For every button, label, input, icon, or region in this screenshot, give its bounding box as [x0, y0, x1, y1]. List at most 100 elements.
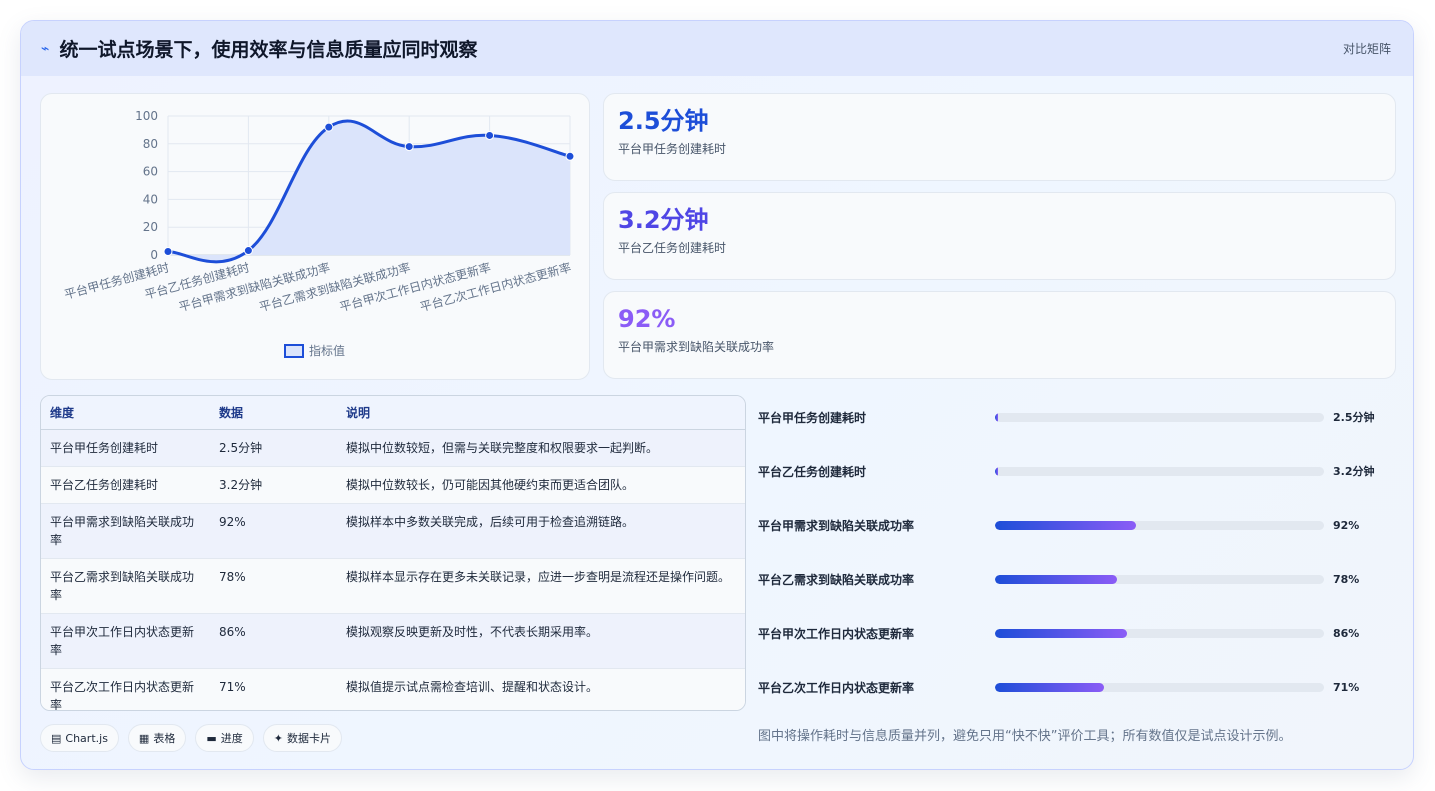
chip-label: 数据卡片 — [286, 732, 331, 745]
table-row: 平台乙任务创建耗时 3.2分钟 模拟中位数较长，仍可能因其他硬约束而更适合团队。 — [41, 465, 745, 503]
progress-row: 平台乙需求到缺陷关联成功率 78% — [758, 569, 1398, 589]
progress-row: 平台乙次工作日内状态更新率 71% — [758, 677, 1398, 697]
chip-progress[interactable]: ▬ 进度 — [195, 724, 254, 752]
cell-dimension: 平台甲次工作日内状态更新率 — [41, 612, 210, 668]
progress-label: 平台乙次工作日内状态更新率 — [758, 680, 915, 695]
sparkle-icon: ✦ — [273, 731, 283, 745]
cell-description: 模拟样本中多数关联完成，后续可用于检查追溯链路。 — [337, 502, 745, 558]
progress-label: 平台甲需求到缺陷关联成功率 — [758, 518, 915, 533]
progress-value: 2.5分钟 — [1333, 411, 1375, 424]
header-bar: ⌁ 统一试点场景下，使用效率与信息质量应同时观察 对比矩阵 — [21, 21, 1413, 76]
pulse-icon: ⌁ — [41, 40, 50, 57]
column-header-description: 说明 — [337, 396, 745, 430]
progress-label: 平台乙任务创建耗时 — [758, 464, 867, 479]
y-tick-label: 20 — [143, 220, 158, 234]
chip-label: 表格 — [153, 732, 176, 745]
progress-value: 71% — [1333, 680, 1360, 694]
data-point — [324, 122, 334, 132]
cell-data: 78% — [210, 557, 337, 613]
progress-fill — [995, 466, 999, 476]
line-chart: 020406080100平台甲任务创建耗时平台乙任务创建耗时平台甲需求到缺陷关联… — [63, 109, 575, 358]
cell-dimension: 平台甲任务创建耗时 — [41, 428, 210, 466]
chart-icon: ▤ — [51, 731, 62, 745]
progress-value: 3.2分钟 — [1333, 465, 1375, 478]
progress-row: 平台甲次工作日内状态更新率 86% — [758, 623, 1398, 643]
line-chart-card: 0 20 40 60 80 100 平台甲任务创建耗时 平台乙任务创建耗时 平台甲需求到缺陷关联… — [40, 93, 590, 380]
table-row: 平台乙次工作日内状态更新率 71% 模拟值提示试点需检查培训、提醒和状态设计。 — [41, 667, 745, 710]
progress-value: 86% — [1333, 626, 1360, 640]
column-header-dimension: 维度 — [41, 396, 210, 430]
progress-value: 78% — [1333, 572, 1360, 586]
dashboard-panel: ⌁ 统一试点场景下，使用效率与信息质量应同时观察 对比矩阵 0 20 40 60 80 1… — [20, 20, 1414, 770]
kpi-card-link-rate-a: 92% 平台甲需求到缺陷关联成功率 — [603, 291, 1396, 379]
progress-fill — [995, 574, 1117, 584]
cell-dimension: 平台乙需求到缺陷关联成功率 — [41, 557, 210, 613]
y-tick-label: 40 — [143, 192, 158, 206]
progress-track — [995, 574, 1324, 584]
cell-description: 模拟样本显示存在更多未关联记录，应进一步查明是流程还是操作问题。 — [337, 557, 745, 613]
table-row: 平台甲次工作日内状态更新率 86% 模拟观察反映更新及时性，不代表长期采用率。 — [41, 612, 745, 668]
table-row: 平台甲任务创建耗时 2.5分钟 模拟中位数较短，但需与关联完整度和权限要求一起判… — [41, 428, 745, 466]
cell-description: 模拟中位数较长，仍可能因其他硬约束而更适合团队。 — [337, 465, 745, 503]
chip-label: Chart.js — [65, 731, 108, 745]
data-table: 维度 数据 说明 平台甲任务创建耗时 2.5分钟 模拟中位数较短，但需与关联完整… — [41, 396, 745, 710]
progress-icon: ▬ — [206, 731, 217, 745]
cell-dimension: 平台乙任务创建耗时 — [41, 465, 210, 503]
progress-row: 平台甲需求到缺陷关联成功率 92% — [758, 515, 1398, 535]
kpi-label: 平台乙任务创建耗时 — [618, 241, 727, 255]
data-table-card: 维度 数据 说明 平台甲任务创建耗时 2.5分钟 模拟中位数较短，但需与关联完整… — [40, 395, 746, 711]
legend-swatch — [284, 344, 304, 358]
cell-data: 92% — [210, 502, 337, 558]
kpi-value: 92% — [618, 305, 676, 333]
table-row: 平台甲需求到缺陷关联成功率 92% 模拟样本中多数关联完成，后续可用于检查追溯链… — [41, 502, 745, 558]
cell-data: 2.5分钟 — [210, 428, 337, 466]
chip-data-cards[interactable]: ✦ 数据卡片 — [262, 724, 342, 752]
cell-description: 模拟值提示试点需检查培训、提醒和状态设计。 — [337, 667, 745, 710]
progress-track — [995, 628, 1324, 638]
y-tick-label: 60 — [143, 165, 158, 179]
progress-track — [995, 466, 1324, 476]
table-row: 平台乙需求到缺陷关联成功率 78% 模拟样本显示存在更多未关联记录，应进一步查明… — [41, 557, 745, 613]
series-area — [168, 120, 570, 262]
data-point — [485, 130, 495, 140]
kpi-label: 平台甲需求到缺陷关联成功率 — [618, 340, 775, 354]
data-point — [163, 247, 173, 257]
page-title: 统一试点场景下，使用效率与信息质量应同时观察 — [59, 39, 478, 61]
progress-track — [995, 682, 1324, 692]
progress-fill — [995, 412, 999, 422]
kpi-card-task-time-b: 3.2分钟 平台乙任务创建耗时 — [603, 192, 1396, 280]
footnote: 图中将操作耗时与信息质量并列，避免只用“快不快”评价工具；所有数值仅是试点设计示… — [758, 729, 1292, 744]
progress-fill — [995, 628, 1127, 638]
chip-label: 进度 — [220, 732, 243, 745]
progress-track — [995, 520, 1324, 530]
data-point — [404, 142, 414, 152]
kpi-card-task-time-a: 2.5分钟 平台甲任务创建耗时 — [603, 93, 1396, 181]
chip-table[interactable]: ▦ 表格 — [127, 724, 187, 752]
kpi-value: 2.5分钟 — [618, 107, 709, 135]
cell-data: 3.2分钟 — [210, 465, 337, 503]
column-header-data: 数据 — [210, 396, 337, 430]
y-tick-label: 100 — [135, 109, 158, 123]
table-header-row: 维度 数据 说明 — [41, 396, 745, 430]
progress-row: 平台甲任务创建耗时 2.5分钟 — [758, 407, 1398, 427]
progress-row: 平台乙任务创建耗时 3.2分钟 — [758, 461, 1398, 481]
cell-dimension: 平台乙次工作日内状态更新率 — [41, 667, 210, 710]
feature-chips: ▤ Chart.js ▦ 表格 ▬ 进度 ✦ 数据卡片 — [40, 724, 342, 752]
y-tick-label: 0 — [150, 248, 158, 262]
progress-label: 平台甲次工作日内状态更新率 — [758, 626, 915, 641]
progress-label: 平台乙需求到缺陷关联成功率 — [758, 572, 915, 587]
progress-fill — [995, 520, 1137, 530]
legend-label: 指标值 — [309, 343, 345, 358]
title-group: ⌁ 统一试点场景下，使用效率与信息质量应同时观察 — [41, 35, 477, 62]
chip-chartjs[interactable]: ▤ Chart.js — [40, 724, 119, 752]
progress-fill — [995, 682, 1104, 692]
cell-data: 86% — [210, 612, 337, 668]
progress-label: 平台甲任务创建耗时 — [758, 410, 867, 425]
progress-value: 92% — [1333, 518, 1360, 532]
matrix-tag: 对比矩阵 — [1342, 42, 1391, 56]
table-icon: ▦ — [138, 731, 150, 745]
cell-dimension: 平台甲需求到缺陷关联成功率 — [41, 502, 210, 558]
data-point — [243, 246, 253, 256]
cell-description: 模拟中位数较短，但需与关联完整度和权限要求一起判断。 — [337, 428, 745, 466]
y-tick-label: 80 — [143, 137, 158, 151]
